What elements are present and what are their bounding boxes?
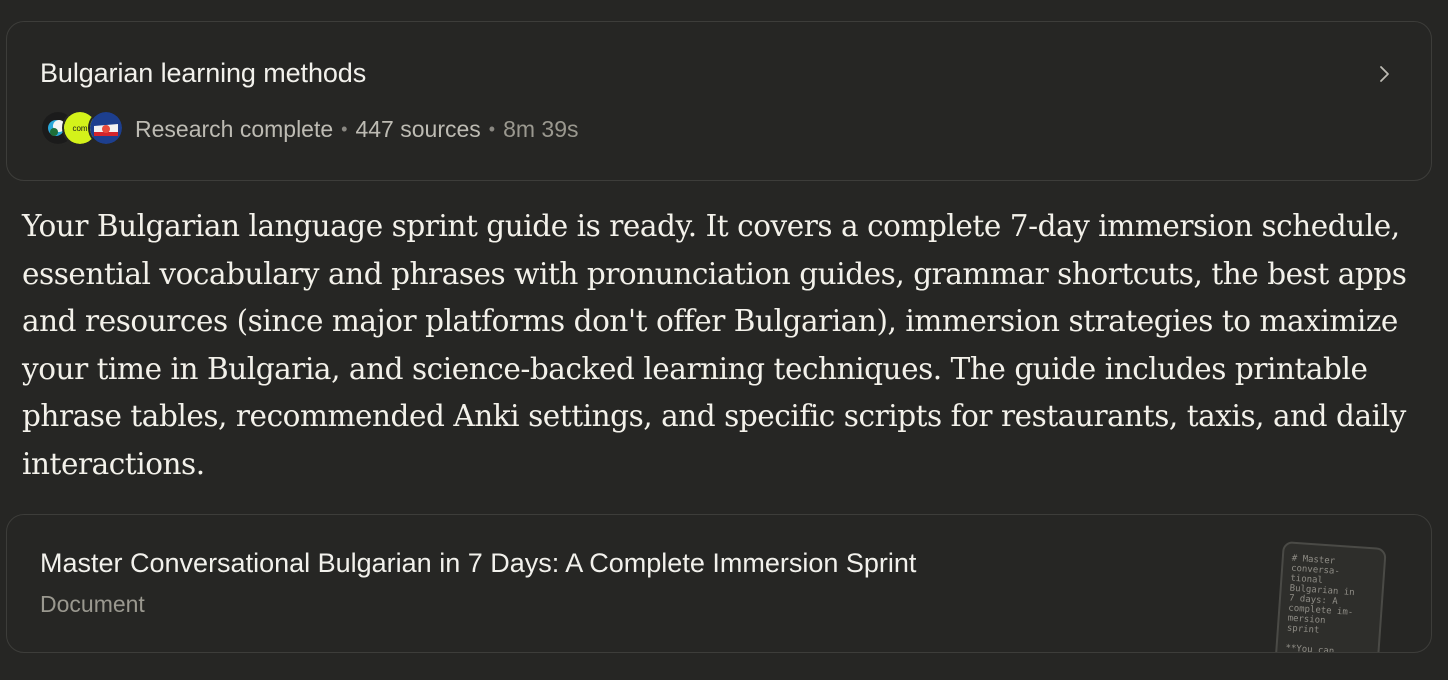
- chevron-right-icon: [1380, 66, 1389, 82]
- research-meta: com Research complete • 447 sources • 8m…: [40, 108, 579, 150]
- separator-dot: •: [488, 118, 496, 139]
- research-status: Research complete: [135, 115, 334, 142]
- document-type-label: Document: [40, 591, 145, 617]
- research-title: Bulgarian learning methods: [40, 58, 367, 88]
- document-artifact-card[interactable]: Master Conversational Bulgarian in 7 Day…: [6, 514, 1432, 653]
- document-title: Master Conversational Bulgarian in 7 Day…: [40, 548, 917, 578]
- source-favicon-3-icon: [88, 110, 124, 146]
- separator-dot: •: [341, 118, 348, 139]
- research-sources-count: 447 sources: [355, 115, 481, 142]
- research-meta-text: Research complete • 447 sources • 8m 39s: [135, 116, 579, 143]
- document-preview-thumbnail: # Master conversa- tional Bulgarian in 7…: [1273, 541, 1387, 652]
- research-elapsed-time: 8m 39s: [503, 115, 579, 142]
- chat-page: Bulgarian learning methods com Research …: [0, 0, 1448, 680]
- assistant-message-text: Your Bulgarian language sprint guide is …: [22, 209, 1407, 481]
- source-favicons: com: [40, 108, 128, 150]
- favicon-2-label: com: [72, 124, 87, 133]
- research-summary-card[interactable]: Bulgarian learning methods com Research …: [6, 21, 1432, 181]
